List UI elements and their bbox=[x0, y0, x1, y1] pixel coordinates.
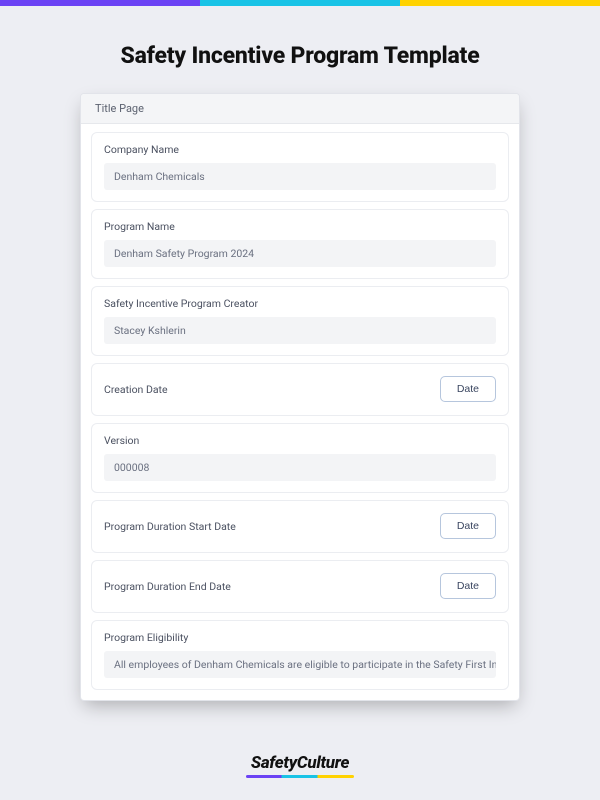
field-end-date: Program Duration End Date Date bbox=[91, 560, 509, 613]
brand-text: SafetyCulture bbox=[251, 753, 349, 773]
bar-segment-cyan bbox=[200, 0, 400, 6]
form-card: Title Page Company Name Denham Chemicals… bbox=[80, 93, 520, 701]
bar-segment-yellow bbox=[400, 0, 600, 6]
field-value[interactable]: Denham Chemicals bbox=[104, 163, 496, 190]
field-start-date: Program Duration Start Date Date bbox=[91, 500, 509, 553]
field-creation-date: Creation Date Date bbox=[91, 363, 509, 416]
brand-logo: SafetyCulture bbox=[0, 753, 600, 778]
field-value[interactable]: 000008 bbox=[104, 454, 496, 481]
field-label: Safety Incentive Program Creator bbox=[104, 297, 496, 310]
field-list: Company Name Denham Chemicals Program Na… bbox=[81, 124, 519, 700]
field-label: Program Name bbox=[104, 220, 496, 233]
field-value[interactable]: Stacey Kshlerin bbox=[104, 317, 496, 344]
top-accent-bar bbox=[0, 0, 600, 6]
date-button[interactable]: Date bbox=[440, 513, 496, 539]
brand-underline bbox=[246, 775, 354, 778]
section-header: Title Page bbox=[81, 94, 519, 124]
field-creator: Safety Incentive Program Creator Stacey … bbox=[91, 286, 509, 356]
field-value[interactable]: Denham Safety Program 2024 bbox=[104, 240, 496, 267]
field-program-name: Program Name Denham Safety Program 2024 bbox=[91, 209, 509, 279]
field-label: Program Duration Start Date bbox=[104, 520, 236, 533]
field-company-name: Company Name Denham Chemicals bbox=[91, 132, 509, 202]
field-label: Version bbox=[104, 434, 496, 447]
field-label: Creation Date bbox=[104, 383, 168, 396]
page-title: Safety Incentive Program Template bbox=[0, 42, 600, 69]
date-button[interactable]: Date bbox=[440, 376, 496, 402]
field-label: Program Eligibility bbox=[104, 631, 496, 644]
field-version: Version 000008 bbox=[91, 423, 509, 493]
field-eligibility: Program Eligibility All employees of Den… bbox=[91, 620, 509, 690]
field-value[interactable]: All employees of Denham Chemicals are el… bbox=[104, 651, 496, 678]
bar-segment-purple bbox=[0, 0, 200, 6]
date-button[interactable]: Date bbox=[440, 573, 496, 599]
field-label: Program Duration End Date bbox=[104, 580, 231, 593]
field-label: Company Name bbox=[104, 143, 496, 156]
